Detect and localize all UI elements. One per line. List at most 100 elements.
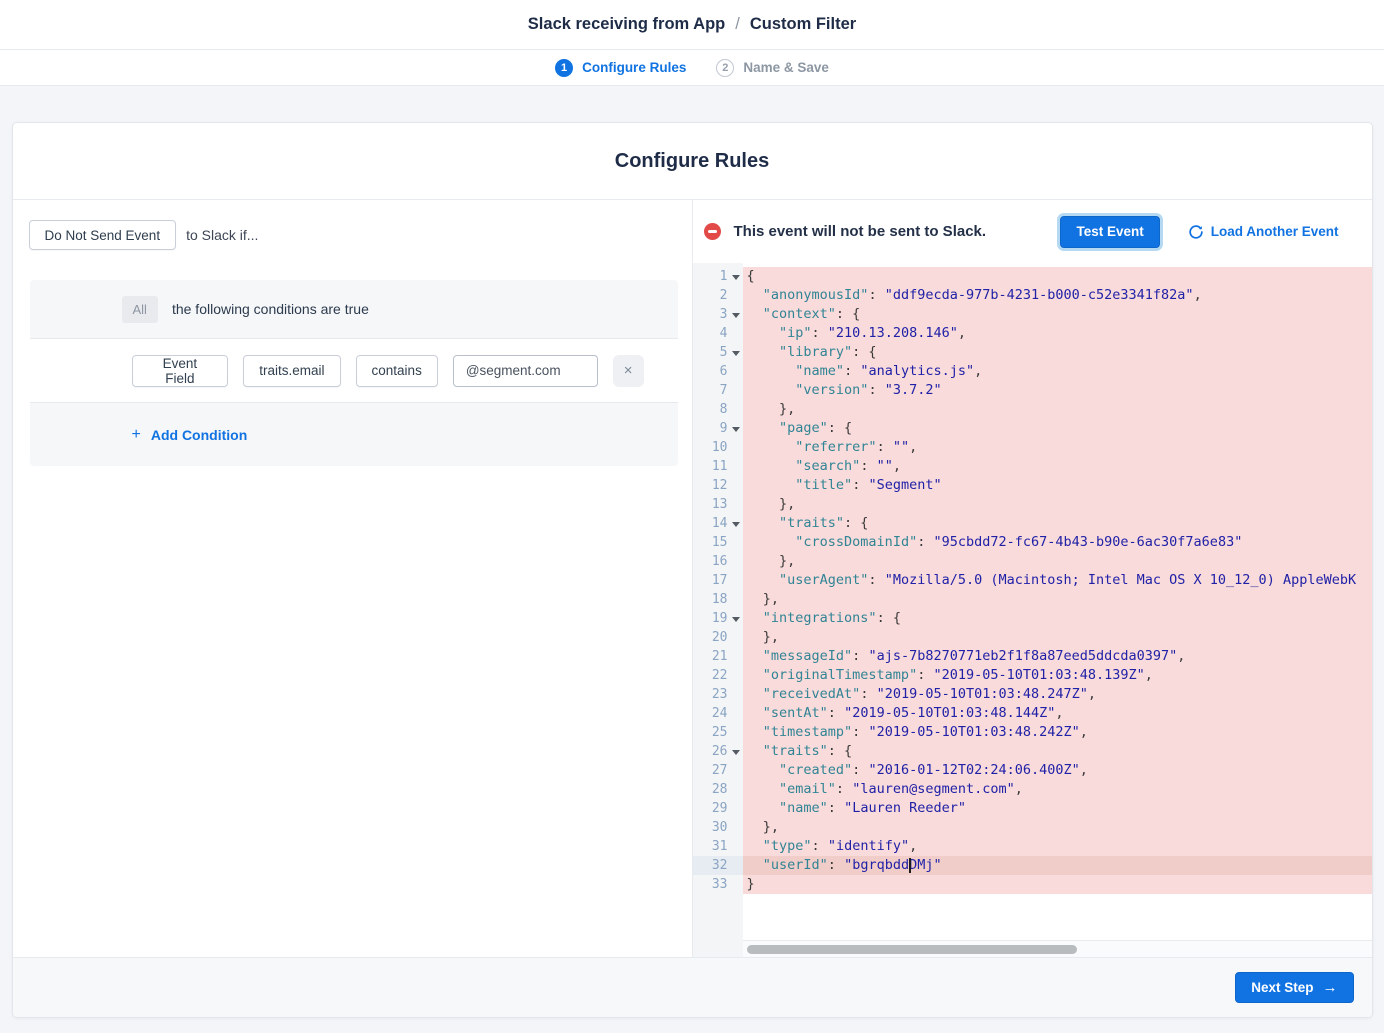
fold-toggle-icon[interactable] <box>732 427 740 432</box>
condition-field-type-dropdown[interactable]: Event Field <box>132 355 229 387</box>
gutter-line-number[interactable]: 3 <box>693 305 743 324</box>
gutter-line-number: 30 <box>693 818 743 837</box>
gutter-line-number[interactable]: 19 <box>693 609 743 628</box>
step-configure-rules[interactable]: 1 Configure Rules <box>555 59 686 77</box>
code-line[interactable]: { <box>743 267 1372 286</box>
code-line[interactable]: "userId": "bgrqbddDMj" <box>743 856 1372 875</box>
filter-action-suffix: to Slack if... <box>186 227 258 243</box>
add-condition-button[interactable]: + Add Condition <box>132 426 248 444</box>
code-line[interactable]: "integrations": { <box>743 609 1372 628</box>
code-line[interactable]: "userAgent": "Mozilla/5.0 (Macintosh; In… <box>743 571 1372 590</box>
remove-condition-button[interactable]: × <box>613 355 644 387</box>
editor-code-column[interactable]: { "anonymousId": "ddf9ecda-977b-4231-b00… <box>743 263 1372 957</box>
configure-rules-card: Configure Rules Do Not Send Event to Sla… <box>12 122 1373 1018</box>
code-line[interactable]: }, <box>743 818 1372 837</box>
condition-operator-dropdown[interactable]: contains <box>356 355 438 387</box>
code-line[interactable]: } <box>743 875 1372 894</box>
load-another-event-label: Load Another Event <box>1211 224 1339 239</box>
condition-field-dropdown[interactable]: traits.email <box>243 355 340 387</box>
next-step-button[interactable]: Next Step → <box>1235 972 1353 1003</box>
gutter-line-number: 17 <box>693 571 743 590</box>
fold-toggle-icon[interactable] <box>732 522 740 527</box>
gutter-line-number: 22 <box>693 666 743 685</box>
test-event-button[interactable]: Test Event <box>1060 216 1159 248</box>
gutter-line-number[interactable]: 14 <box>693 514 743 533</box>
code-line[interactable]: }, <box>743 590 1372 609</box>
code-line[interactable]: }, <box>743 552 1372 571</box>
code-line[interactable]: "sentAt": "2019-05-10T01:03:48.144Z", <box>743 704 1372 723</box>
preview-status-text: This event will not be sent to Slack. <box>734 223 987 240</box>
code-line[interactable]: }, <box>743 495 1372 514</box>
gutter-line-number: 18 <box>693 590 743 609</box>
code-line[interactable]: "version": "3.7.2" <box>743 381 1372 400</box>
event-preview-panel: This event will not be sent to Slack. Te… <box>693 200 1372 957</box>
code-line[interactable]: "referrer": "", <box>743 438 1372 457</box>
operator-all-badge[interactable]: All <box>122 296 158 323</box>
gutter-line-number[interactable]: 26 <box>693 742 743 761</box>
gutter-line-number: 4 <box>693 324 743 343</box>
code-line[interactable]: "page": { <box>743 419 1372 438</box>
gutter-line-number: 12 <box>693 476 743 495</box>
condition-value-input[interactable] <box>453 355 598 387</box>
gutter-line-number: 24 <box>693 704 743 723</box>
code-line[interactable]: "crossDomainId": "95cbdd72-fc67-4b43-b90… <box>743 533 1372 552</box>
code-line[interactable]: "created": "2016-01-12T02:24:06.400Z", <box>743 761 1372 780</box>
filter-action-dropdown[interactable]: Do Not Send Event <box>29 220 177 250</box>
condition-row: Event Field traits.email contains × <box>30 338 678 403</box>
breadcrumb: Slack receiving from App/Custom Filter <box>528 15 856 34</box>
add-condition-label: Add Condition <box>151 427 247 443</box>
code-line[interactable]: "library": { <box>743 343 1372 362</box>
code-line[interactable]: }, <box>743 628 1372 647</box>
code-line[interactable]: }, <box>743 400 1372 419</box>
gutter-line-number: 16 <box>693 552 743 571</box>
code-line[interactable]: "ip": "210.13.208.146", <box>743 324 1372 343</box>
gutter-line-number: 23 <box>693 685 743 704</box>
code-line[interactable]: "timestamp": "2019-05-10T01:03:48.242Z", <box>743 723 1372 742</box>
gutter-line-number: 31 <box>693 837 743 856</box>
step-1-label: Configure Rules <box>582 60 686 75</box>
code-line[interactable]: "type": "identify", <box>743 837 1372 856</box>
gutter-line-number: 11 <box>693 457 743 476</box>
code-line[interactable]: "traits": { <box>743 742 1372 761</box>
breadcrumb-destination[interactable]: Slack receiving from App <box>528 15 725 33</box>
fold-toggle-icon[interactable] <box>732 351 740 356</box>
code-line[interactable]: "name": "Lauren Reeder" <box>743 799 1372 818</box>
gutter-line-number: 20 <box>693 628 743 647</box>
code-line[interactable]: "traits": { <box>743 514 1372 533</box>
gutter-line-number[interactable]: 1 <box>693 267 743 286</box>
code-line[interactable]: "title": "Segment" <box>743 476 1372 495</box>
code-line[interactable]: "originalTimestamp": "2019-05-10T01:03:4… <box>743 666 1372 685</box>
gutter-line-number: 10 <box>693 438 743 457</box>
editor-gutter: 1234567891011121314151617181920212223242… <box>693 263 743 957</box>
gutter-line-number: 15 <box>693 533 743 552</box>
gutter-line-number[interactable]: 5 <box>693 343 743 362</box>
horizontal-scrollbar-thumb[interactable] <box>747 945 1077 954</box>
fold-toggle-icon[interactable] <box>732 313 740 318</box>
code-line[interactable]: "receivedAt": "2019-05-10T01:03:48.247Z"… <box>743 685 1372 704</box>
plus-icon: + <box>132 426 141 444</box>
load-another-event-link[interactable]: Load Another Event <box>1189 224 1339 239</box>
code-line[interactable]: "name": "analytics.js", <box>743 362 1372 381</box>
card-title: Configure Rules <box>13 123 1372 200</box>
code-line[interactable]: "messageId": "ajs-7b8270771eb2f1f8a87eed… <box>743 647 1372 666</box>
json-code-editor[interactable]: 1234567891011121314151617181920212223242… <box>693 263 1372 957</box>
step-2-label: Name & Save <box>743 60 829 75</box>
top-header-bar: Slack receiving from App/Custom Filter <box>0 0 1384 50</box>
gutter-line-number: 27 <box>693 761 743 780</box>
filter-builder-panel: Do Not Send Event to Slack if... All the… <box>13 200 693 957</box>
code-line[interactable]: "email": "lauren@segment.com", <box>743 780 1372 799</box>
fold-toggle-icon[interactable] <box>732 750 740 755</box>
gutter-line-number[interactable]: 9 <box>693 419 743 438</box>
gutter-line-number: 7 <box>693 381 743 400</box>
gutter-line-number: 28 <box>693 780 743 799</box>
fold-toggle-icon[interactable] <box>732 617 740 622</box>
fold-toggle-icon[interactable] <box>732 275 740 280</box>
code-line[interactable]: "anonymousId": "ddf9ecda-977b-4231-b000-… <box>743 286 1372 305</box>
breadcrumb-separator: / <box>725 15 750 33</box>
gutter-line-number: 8 <box>693 400 743 419</box>
code-line[interactable]: "search": "", <box>743 457 1372 476</box>
step-name-save[interactable]: 2 Name & Save <box>716 59 829 77</box>
step-progress-bar: 1 Configure Rules 2 Name & Save <box>0 50 1384 86</box>
gutter-line-number: 2 <box>693 286 743 305</box>
code-line[interactable]: "context": { <box>743 305 1372 324</box>
